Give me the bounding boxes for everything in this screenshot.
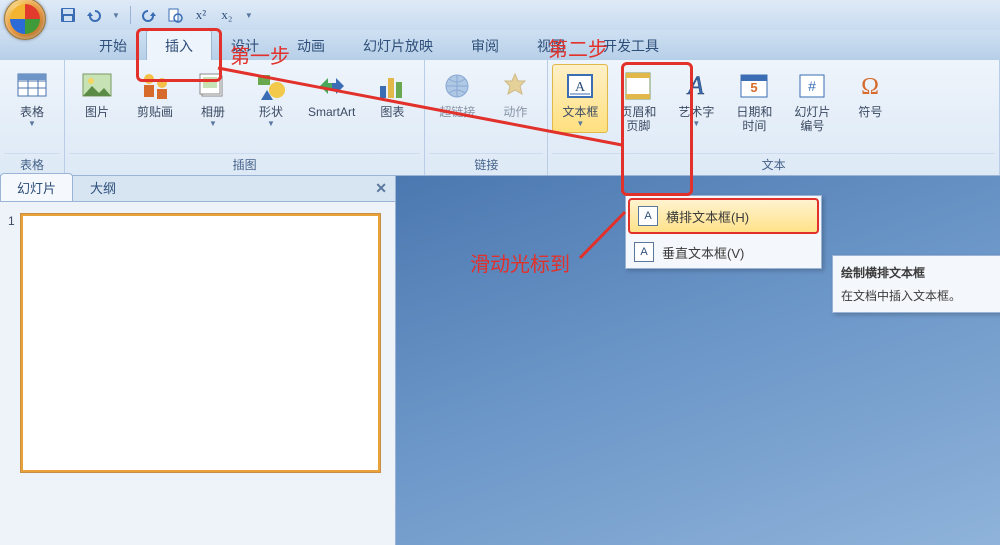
menu-horizontal-textbox[interactable]: A 横排文本框(H)	[628, 198, 819, 234]
textbox-dropdown-menu: A 横排文本框(H) A 垂直文本框(V)	[625, 195, 822, 269]
datetime-button[interactable]: 5 日期和 时间	[726, 64, 782, 138]
office-button[interactable]	[4, 0, 46, 40]
quick-access-toolbar: ▼ x² x₂ ▼	[60, 6, 253, 24]
panel-tab-slides[interactable]: 幻灯片	[0, 173, 73, 201]
annotation-box-step2	[621, 62, 693, 196]
smartart-icon	[315, 69, 349, 103]
textbox-button[interactable]: A 文本框 ▼	[552, 64, 608, 133]
tab-slideshow[interactable]: 幻灯片放映	[344, 29, 452, 60]
annotation-step1: 第一步	[230, 40, 290, 69]
svg-text:#: #	[808, 78, 816, 94]
panel-tabs: 幻灯片 大纲 ✕	[0, 176, 395, 202]
tab-review[interactable]: 审阅	[452, 29, 518, 60]
group-text: A 文本框 ▼ 页眉和 页脚 A 艺术字 ▼	[548, 60, 1000, 175]
table-icon	[15, 69, 49, 103]
undo-icon[interactable]	[86, 7, 102, 23]
textbox-icon: A	[563, 69, 597, 103]
horizontal-textbox-icon: A	[638, 206, 658, 226]
slide-number: 1	[8, 214, 15, 472]
redo-icon[interactable]	[141, 7, 157, 23]
hyperlink-button[interactable]: 超链接	[429, 64, 485, 124]
slidenumber-button[interactable]: # 幻灯片 编号	[784, 64, 840, 138]
title-bar: ▼ x² x₂ ▼	[0, 0, 1000, 30]
table-button[interactable]: 表格 ▼	[4, 64, 60, 133]
dropdown-icon: ▼	[576, 119, 584, 128]
slide-thumbnail-1[interactable]: 1	[8, 214, 387, 472]
vertical-textbox-icon: A	[634, 242, 654, 262]
group-illustrations: 图片 剪贴画 相册 ▼	[65, 60, 425, 175]
shapes-button[interactable]: 形状 ▼	[243, 64, 299, 133]
svg-text:Ω: Ω	[861, 74, 879, 100]
group-links: 超链接 动作 链接	[425, 60, 548, 175]
chart-button[interactable]: 图表	[364, 64, 420, 124]
panel-tab-outline[interactable]: 大纲	[73, 173, 133, 201]
slide-thumb-canvas	[21, 214, 380, 472]
tooltip-title: 绘制横排文本框	[841, 264, 1000, 281]
dropdown-icon: ▼	[267, 119, 275, 128]
picture-icon	[80, 69, 114, 103]
group-label-tables: 表格	[4, 153, 60, 175]
print-preview-icon[interactable]	[167, 7, 183, 23]
undo-dropdown-icon[interactable]: ▼	[112, 11, 120, 20]
menu-item-label: 横排文本框(H)	[666, 207, 749, 226]
panel-close-icon[interactable]: ✕	[375, 180, 387, 197]
menu-vertical-textbox[interactable]: A 垂直文本框(V)	[626, 236, 821, 268]
tooltip-body: 在文档中插入文本框。	[841, 287, 1000, 304]
symbol-icon: Ω	[853, 69, 887, 103]
group-label-links: 链接	[429, 153, 543, 175]
svg-text:5: 5	[751, 80, 758, 95]
subscript-icon[interactable]: x₂	[219, 7, 235, 23]
dropdown-icon: ▼	[28, 119, 36, 128]
chart-icon	[375, 69, 409, 103]
tooltip: 绘制横排文本框 在文档中插入文本框。	[832, 255, 1000, 313]
thumbnail-list[interactable]: 1	[0, 202, 395, 545]
annotation-hint: 滑动光标到	[470, 248, 570, 277]
group-label-illustrations: 插图	[69, 153, 420, 175]
group-tables: 表格 ▼ 表格	[0, 60, 65, 175]
picture-button[interactable]: 图片	[69, 64, 125, 124]
save-icon[interactable]	[60, 7, 76, 23]
slidenumber-icon: #	[795, 69, 829, 103]
superscript-icon[interactable]: x²	[193, 7, 209, 23]
group-label-text: 文本	[552, 153, 995, 175]
shapes-icon	[254, 69, 288, 103]
menu-item-label: 垂直文本框(V)	[662, 243, 744, 262]
dropdown-icon: ▼	[209, 119, 217, 128]
smartart-button[interactable]: SmartArt	[301, 64, 362, 124]
workspace: 幻灯片 大纲 ✕ 1	[0, 176, 1000, 545]
dropdown-icon: ▼	[692, 119, 700, 128]
svg-text:A: A	[575, 80, 586, 95]
annotation-box-step1	[136, 28, 222, 82]
hyperlink-icon	[440, 69, 474, 103]
qat-separator	[130, 6, 131, 24]
datetime-icon: 5	[737, 69, 771, 103]
action-icon	[498, 69, 532, 103]
slides-panel: 幻灯片 大纲 ✕ 1	[0, 176, 396, 545]
annotation-step2: 第二步	[548, 33, 608, 62]
symbol-button[interactable]: Ω 符号	[842, 64, 898, 124]
action-button[interactable]: 动作	[487, 64, 543, 124]
qat-customize-icon[interactable]: ▼	[245, 11, 253, 20]
